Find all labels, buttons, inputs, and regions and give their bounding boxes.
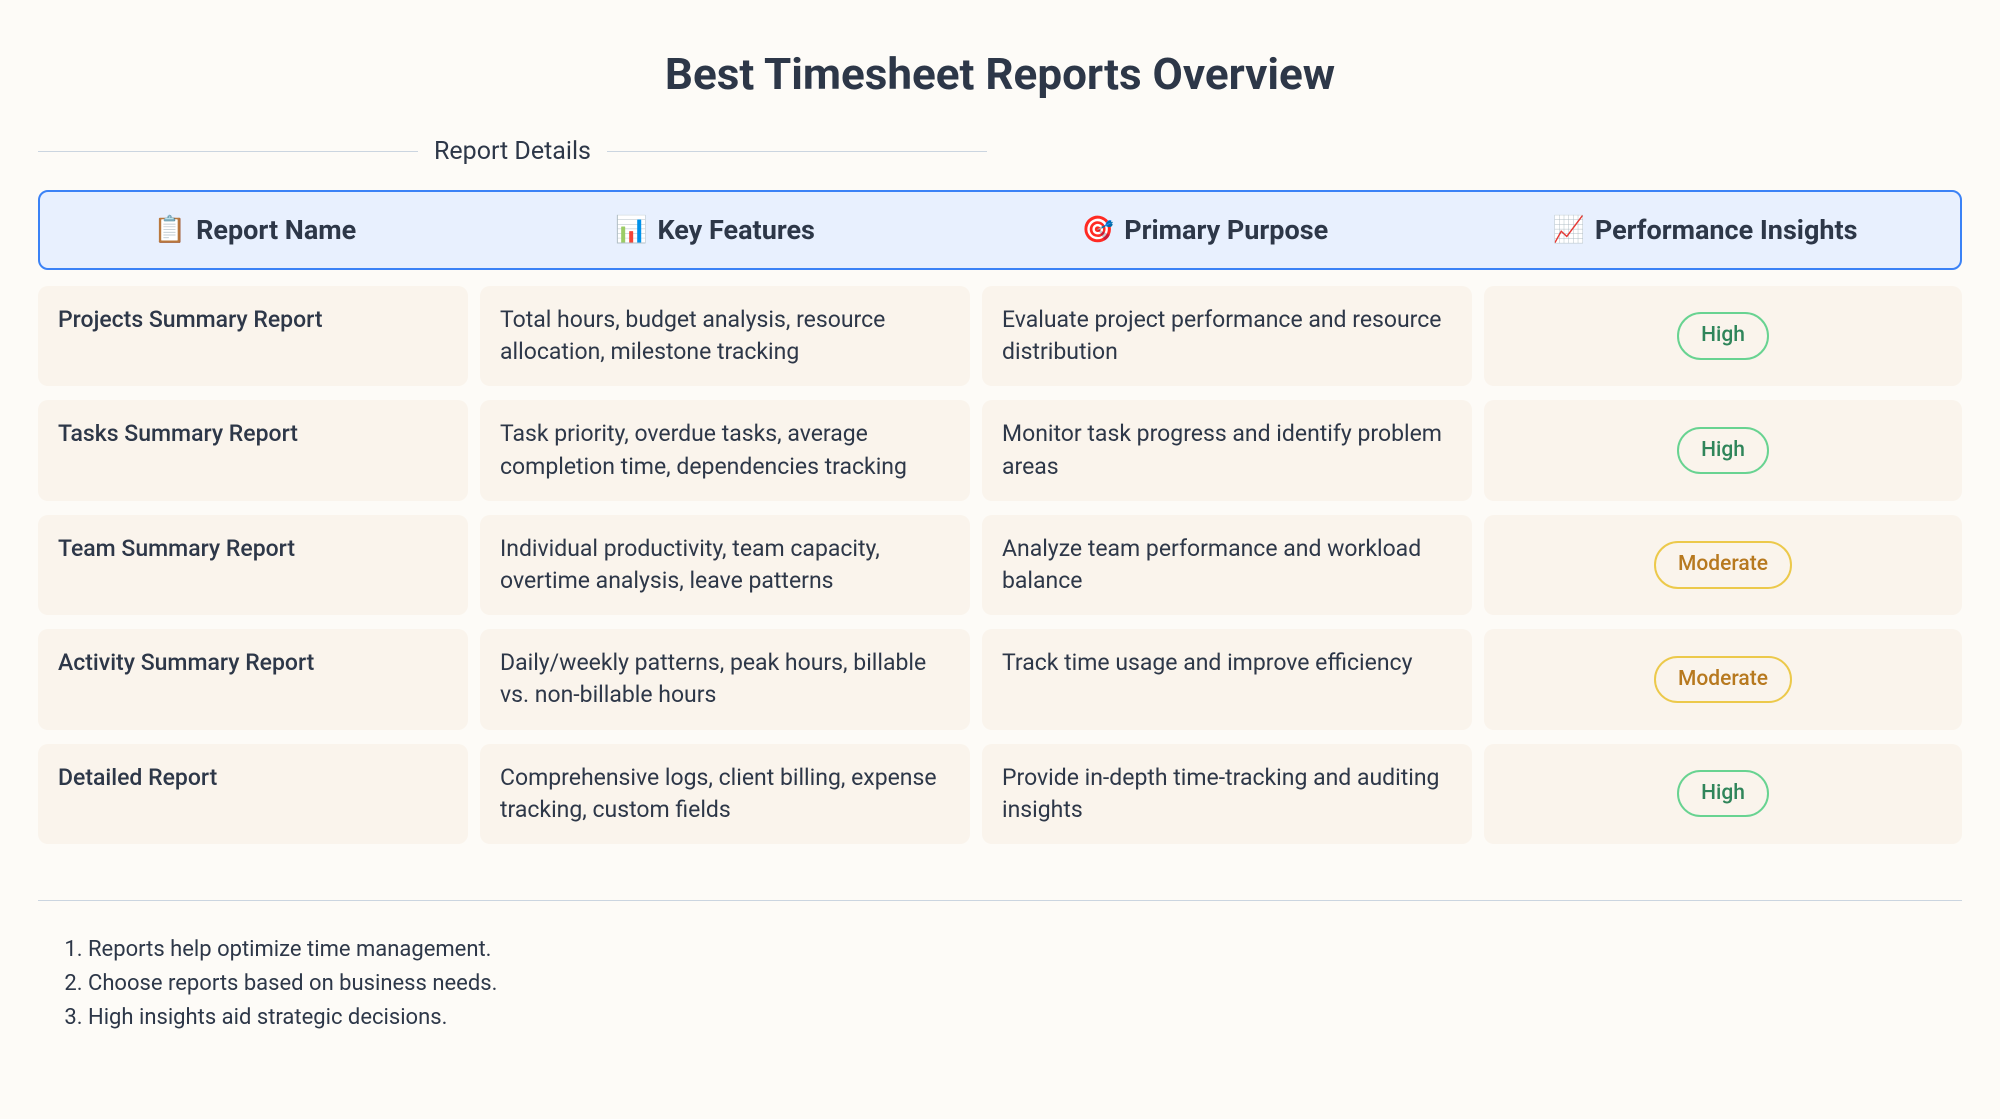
cell-report-name: Team Summary Report: [38, 515, 468, 615]
footnote-item: High insights aid strategic decisions.: [88, 1001, 1962, 1035]
footnotes-list: Reports help optimize time management.Ch…: [38, 933, 1962, 1035]
cell-key-features: Task priority, overdue tasks, average co…: [480, 400, 970, 500]
cell-performance-insight: Moderate: [1484, 629, 1962, 729]
table-row: Tasks Summary ReportTask priority, overd…: [38, 400, 1962, 500]
table-row: Activity Summary ReportDaily/weekly patt…: [38, 629, 1962, 729]
table-row: Team Summary ReportIndividual productivi…: [38, 515, 1962, 615]
cell-report-name: Detailed Report: [38, 744, 468, 844]
cell-report-name: Activity Summary Report: [38, 629, 468, 729]
col-header-label: Primary Purpose: [1124, 214, 1328, 246]
col-header-label: Performance Insights: [1595, 214, 1858, 246]
cell-key-features: Daily/weekly patterns, peak hours, billa…: [480, 629, 970, 729]
cell-performance-insight: High: [1484, 286, 1962, 386]
table-body: Projects Summary ReportTotal hours, budg…: [38, 286, 1962, 844]
bar-chart-icon: 📊: [615, 215, 647, 245]
cell-primary-purpose: Track time usage and improve efficiency: [982, 629, 1472, 729]
cell-key-features: Total hours, budget analysis, resource a…: [480, 286, 970, 386]
footnote-item: Reports help optimize time management.: [88, 933, 1962, 967]
target-icon: 🎯: [1082, 215, 1114, 245]
col-header-primary-purpose: 🎯 Primary Purpose: [960, 214, 1450, 246]
fieldset-header: Report Details: [38, 138, 1962, 164]
insight-badge: High: [1677, 770, 1769, 817]
table-row: Projects Summary ReportTotal hours, budg…: [38, 286, 1962, 386]
cell-performance-insight: Moderate: [1484, 515, 1962, 615]
divider-line: [607, 151, 987, 152]
footnote-item: Choose reports based on business needs.: [88, 967, 1962, 1001]
table-row: Detailed ReportComprehensive logs, clien…: [38, 744, 1962, 844]
insight-badge: High: [1677, 312, 1769, 359]
page-title: Best Timesheet Reports Overview: [38, 48, 1962, 100]
clipboard-icon: 📋: [154, 215, 186, 245]
cell-performance-insight: High: [1484, 744, 1962, 844]
fieldset-label: Report Details: [418, 137, 607, 166]
insight-badge: High: [1677, 427, 1769, 474]
cell-primary-purpose: Evaluate project performance and resourc…: [982, 286, 1472, 386]
col-header-key-features: 📊 Key Features: [470, 214, 960, 246]
cell-primary-purpose: Monitor task progress and identify probl…: [982, 400, 1472, 500]
insight-badge: Moderate: [1654, 541, 1792, 588]
cell-key-features: Individual productivity, team capacity, …: [480, 515, 970, 615]
divider-line: [38, 151, 418, 152]
cell-primary-purpose: Analyze team performance and workload ba…: [982, 515, 1472, 615]
cell-report-name: Projects Summary Report: [38, 286, 468, 386]
cell-performance-insight: High: [1484, 400, 1962, 500]
col-header-label: Key Features: [657, 214, 814, 246]
col-header-label: Report Name: [196, 214, 356, 246]
col-header-report-name: 📋 Report Name: [40, 214, 470, 246]
table-header-row: 📋 Report Name 📊 Key Features 🎯 Primary P…: [38, 190, 1962, 270]
cell-primary-purpose: Provide in-depth time-tracking and audit…: [982, 744, 1472, 844]
section-divider: [38, 900, 1962, 901]
cell-report-name: Tasks Summary Report: [38, 400, 468, 500]
cell-key-features: Comprehensive logs, client billing, expe…: [480, 744, 970, 844]
insight-badge: Moderate: [1654, 656, 1792, 703]
col-header-performance-insights: 📈 Performance Insights: [1450, 214, 1960, 246]
trend-chart-icon: 📈: [1552, 215, 1584, 245]
